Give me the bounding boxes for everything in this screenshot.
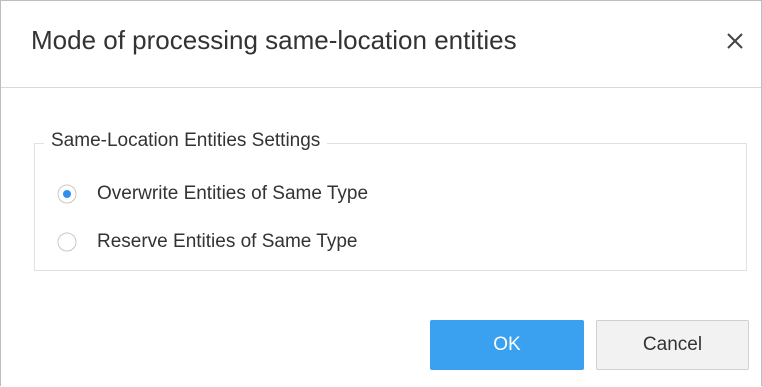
dialog-title: Mode of processing same-location entitie… [31, 25, 517, 55]
radio-selected-icon[interactable] [57, 184, 77, 204]
radio-label-reserve: Reserve Entities of Same Type [97, 231, 358, 252]
ok-button[interactable]: OK [430, 320, 584, 370]
settings-group-legend: Same-Location Entities Settings [44, 130, 328, 152]
cancel-button[interactable]: Cancel [596, 320, 749, 370]
radio-label-overwrite: Overwrite Entities of Same Type [97, 183, 369, 204]
dialog: Mode of processing same-location entitie… [0, 0, 762, 386]
radio-reserve-entities[interactable]: Reserve Entities of Same Type [57, 228, 358, 256]
radio-overwrite-entities[interactable]: Overwrite Entities of Same Type [57, 180, 368, 208]
dialog-titlebar: Mode of processing same-location entitie… [1, 1, 761, 88]
close-icon[interactable] [717, 23, 753, 59]
radio-unselected-icon[interactable] [57, 232, 77, 252]
